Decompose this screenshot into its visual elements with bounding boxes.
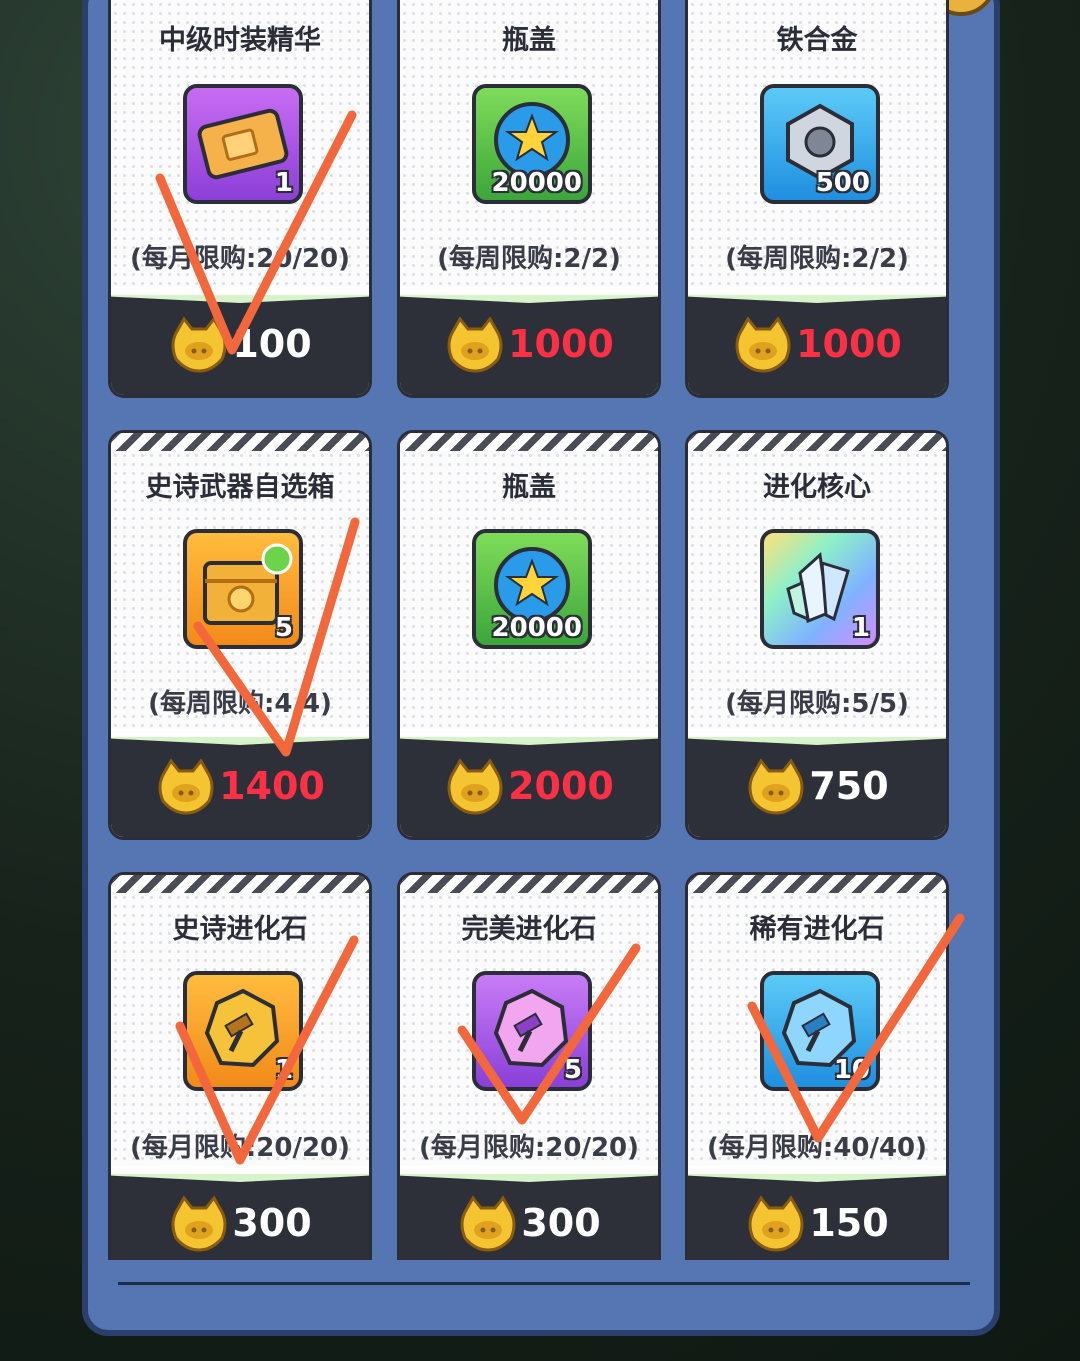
item-title: 稀有进化石	[749, 914, 885, 945]
shop-item-card[interactable]: 瓶盖 20000 2000	[397, 430, 661, 840]
item-title: 中级时装精华	[159, 25, 321, 56]
shop-item-card[interactable]: 完美进化石 5 (每月限购:20/20) 300	[397, 872, 661, 1260]
item-price: 1400	[219, 764, 325, 808]
coin-icon	[748, 758, 804, 815]
item-title: 完美进化石	[461, 914, 597, 945]
item-price: 1000	[508, 322, 614, 366]
item-title: 史诗武器自选箱	[145, 472, 335, 503]
shop-item-card[interactable]: 史诗进化石 1 (每月限购:20/20) 300	[108, 872, 372, 1260]
shop-item-card[interactable]: 中级时装精华 1 (每月限购:20/20) 100	[108, 0, 372, 398]
item-quantity: 1	[274, 1055, 293, 1085]
item-title: 铁合金	[776, 25, 858, 56]
purchase-limit: (每周限购:2/2)	[437, 244, 621, 274]
price-bar: 100	[111, 287, 369, 395]
item-price: 1000	[796, 322, 902, 366]
item-quantity: 1	[274, 168, 293, 198]
purchase-limit: (每周限购:2/2)	[725, 244, 909, 274]
item-price: 150	[809, 1201, 889, 1245]
item-title: 瓶盖	[502, 25, 556, 56]
coin-icon	[460, 1195, 516, 1252]
price-bar: 300	[111, 1166, 369, 1260]
item-price: 300	[232, 1201, 312, 1245]
coin-icon	[735, 316, 791, 373]
item-price: 2000	[508, 764, 614, 808]
purchase-limit: (每月限购:20/20)	[129, 244, 351, 274]
price-bar: 300	[400, 1166, 658, 1260]
purchase-limit: (每月限购:40/40)	[706, 1133, 928, 1163]
price-bar: 750	[688, 729, 946, 837]
coin-icon	[447, 316, 503, 373]
shop-item-card[interactable]: 稀有进化石 10 (每月限购:40/40) 150	[685, 872, 949, 1260]
item-title: 史诗进化石	[172, 914, 308, 945]
item-price: 100	[232, 322, 312, 366]
price-bar: 1400	[111, 729, 369, 837]
item-title: 进化核心	[763, 472, 871, 503]
bottle-cap-icon: 20000	[472, 529, 592, 649]
shop-grid: 中级时装精华 1 (每月限购:20/20) 100 瓶盖 20000 (每周限购…	[108, 0, 950, 1260]
hex-nut-icon: 500	[760, 84, 880, 204]
panel-divider	[118, 1282, 970, 1285]
purple-stone-icon: 5	[472, 971, 592, 1091]
item-quantity: 10	[833, 1055, 870, 1085]
item-quantity: 20000	[491, 613, 582, 643]
item-quantity: 500	[815, 168, 870, 198]
shop-item-card[interactable]: 瓶盖 20000 (每周限购:2/2) 1000	[397, 0, 661, 398]
item-quantity: 1	[851, 613, 870, 643]
purchase-limit: (每月限购:5/5)	[725, 689, 909, 719]
purchase-limit: (每月限购:20/20)	[418, 1133, 640, 1163]
price-bar: 1000	[688, 287, 946, 395]
crystal-core-icon: 1	[760, 529, 880, 649]
item-title: 瓶盖	[502, 472, 556, 503]
shop-item-card[interactable]: 史诗武器自选箱 5 (每周限购:4/4) 1400	[108, 430, 372, 840]
shop-item-card[interactable]: 铁合金 500 (每周限购:2/2) 1000	[685, 0, 949, 398]
item-price: 750	[809, 764, 889, 808]
bottle-cap-icon: 20000	[472, 84, 592, 204]
coin-icon	[171, 316, 227, 373]
purchase-limit: (每周限购:4/4)	[148, 689, 332, 719]
item-quantity: 5	[563, 1055, 582, 1085]
shop-item-card[interactable]: 进化核心 1 (每月限购:5/5) 750	[685, 430, 949, 840]
purchase-limit: (每月限购:20/20)	[129, 1133, 351, 1163]
ticket-icon: 1	[183, 84, 303, 204]
coin-icon	[447, 758, 503, 815]
coin-icon	[171, 1195, 227, 1252]
price-bar: 2000	[400, 729, 658, 837]
item-price: 300	[521, 1201, 601, 1245]
weapon-box-icon: 5	[183, 529, 303, 649]
price-bar: 150	[688, 1166, 946, 1260]
blue-stone-icon: 10	[760, 971, 880, 1091]
price-bar: 1000	[400, 287, 658, 395]
item-quantity: 5	[274, 613, 293, 643]
gold-stone-icon: 1	[183, 971, 303, 1091]
item-quantity: 20000	[491, 168, 582, 198]
coin-icon	[158, 758, 214, 815]
coin-icon	[748, 1195, 804, 1252]
